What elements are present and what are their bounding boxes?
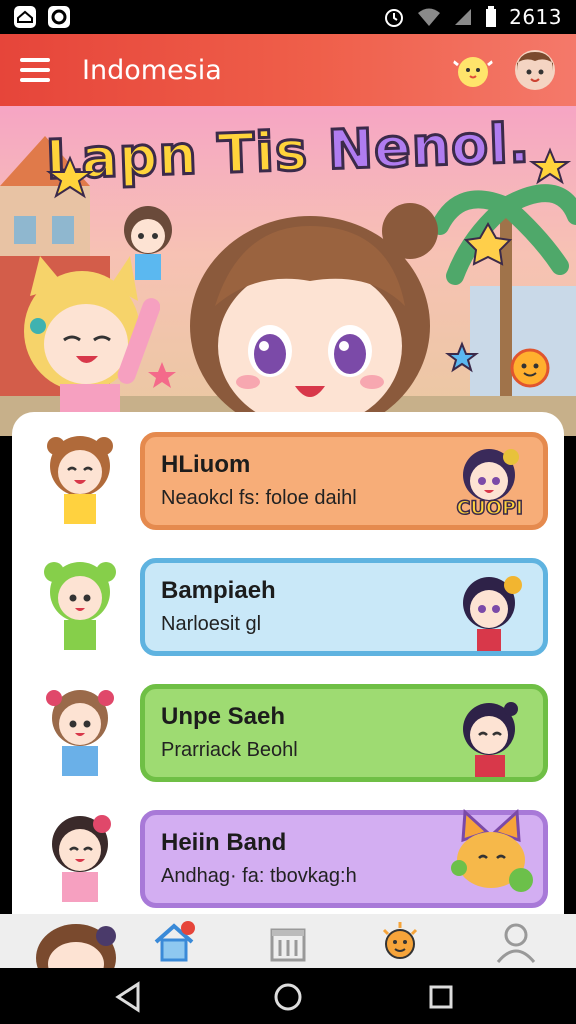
hero-title-part2: Nenol. [325,110,532,183]
sun-mascot-illustration [510,348,550,388]
signal-icon [455,9,472,25]
card-button[interactable]: Bampiaeh Narloesit gl [140,558,548,656]
store-icon[interactable] [266,920,310,964]
character-avatar [44,562,116,650]
character-avatar [47,436,113,524]
character-sticker [463,576,522,651]
sun-mascot-icon[interactable] [378,920,422,964]
list-item: HLiuom Neaokcl fs: foloe daihl CUOPI [12,426,564,536]
main-character-illustration [190,203,438,426]
card-button[interactable]: Unpe Saeh Prarriack Beohl [140,684,548,782]
card-badge: CUOPI [456,496,524,520]
back-icon[interactable] [112,980,146,1014]
recents-icon[interactable] [424,980,458,1014]
home-icon[interactable] [152,920,196,964]
cat-girl-illustration [24,256,160,436]
home-circle-icon[interactable] [271,980,305,1014]
list-item: Unpe Saeh Prarriack Beohl [12,678,564,788]
status-time: 2613 [509,5,562,29]
card-button[interactable]: HLiuom Neaokcl fs: foloe daihl CUOPI [140,432,548,530]
menu-icon[interactable] [20,58,50,82]
profile-avatar[interactable] [514,49,556,91]
character-avatar [52,815,111,902]
fox-mascot-sticker [451,808,533,892]
status-bar: 2613 [0,0,576,34]
battery-icon [486,6,497,27]
bottom-navigation [0,914,576,968]
alarm-icon [385,9,404,27]
hero-title-part1: Lapn Tis [43,118,329,193]
app-icon [48,6,70,28]
avatar-nav[interactable] [32,918,122,968]
notification-icon [14,6,36,28]
character-avatar [46,690,114,776]
card-button[interactable]: Heiin Band Andhag· fa: tbovkag:h [140,808,548,908]
list-item: Heiin Band Andhag· fa: tbovkag:h [12,804,564,914]
system-navigation [0,968,576,1024]
app-bar: Indomesia [0,34,576,106]
content-panel: HLiuom Neaokcl fs: foloe daihl CUOPI Bam… [12,412,564,914]
wifi-icon [418,8,441,26]
hero-banner: Lapn Tis Nenol. [0,106,576,436]
small-chibi-illustration [124,206,172,280]
list-item: Bampiaeh Narloesit gl [12,552,564,662]
chick-mascot-icon[interactable] [452,49,494,91]
character-sticker [463,702,518,777]
app-title: Indomesia [82,54,222,86]
profile-icon[interactable] [494,920,538,964]
